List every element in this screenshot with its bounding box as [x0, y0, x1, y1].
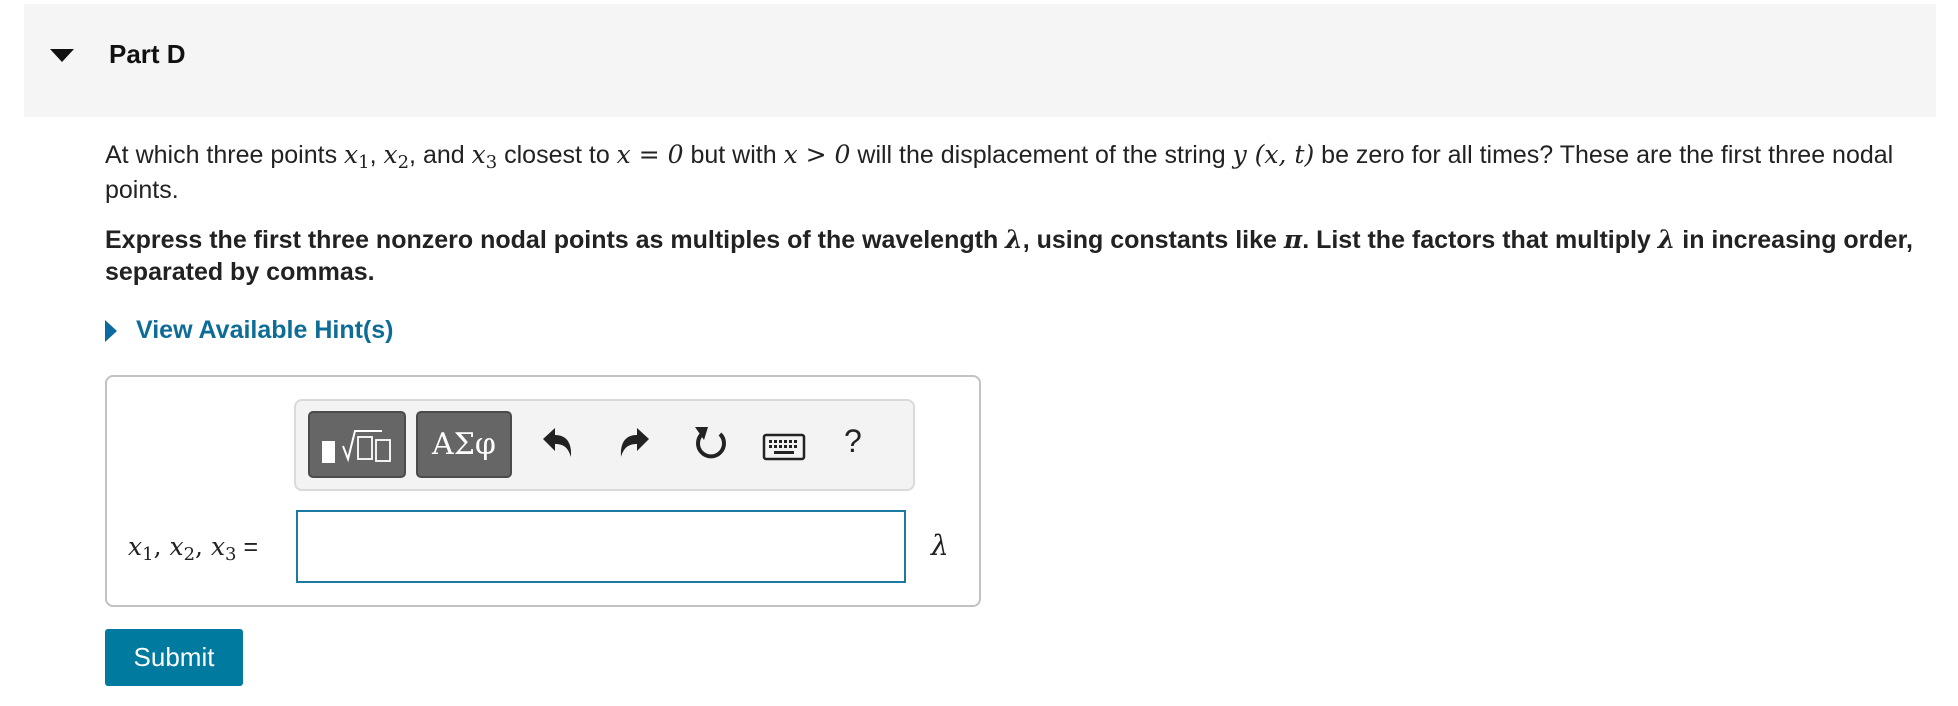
question-text-4: will the displacement of the string — [850, 141, 1233, 169]
question-text-2: closest to — [497, 141, 617, 169]
unit-lambda-label: λ — [931, 529, 949, 562]
templates-icon — [322, 430, 391, 463]
lambda-symbol: λ — [1005, 225, 1023, 254]
function-y-x-t: y (x, t) — [1232, 140, 1315, 169]
view-hints-link[interactable]: View Available Hint(s) — [105, 316, 393, 345]
instruction-text: Express the first three nonzero nodal po… — [105, 224, 1935, 288]
var-x2: x2 — [383, 140, 410, 174]
undo-icon[interactable] — [538, 423, 576, 463]
condition-x-greater-zero: x > 0 — [783, 140, 851, 169]
lambda-symbol-2: λ — [1657, 225, 1676, 254]
question-comma-1: , — [369, 141, 384, 169]
var-x3: x3 — [471, 140, 498, 174]
part-header: Part D — [24, 4, 1936, 117]
help-icon[interactable]: ? — [844, 423, 862, 460]
var-x1: x1 — [344, 140, 370, 174]
expand-triangle-icon — [105, 319, 117, 342]
pi-symbol: π — [1283, 225, 1303, 254]
templates-button[interactable] — [308, 411, 406, 478]
part-title: Part D — [109, 39, 186, 69]
instruction-text-1: Express the first three nonzero nodal po… — [105, 226, 1006, 254]
instruction-text-3: . List the factors that multiply — [1302, 226, 1658, 254]
answer-label: x1, x2, x3 = — [128, 532, 259, 566]
instruction-text-2: , using constants like — [1022, 226, 1284, 254]
condition-x-equals-zero: x = 0 — [616, 140, 684, 169]
math-toolbar: ΑΣφ ? — [294, 399, 915, 491]
question-comma-2: , and — [409, 141, 472, 169]
hint-label: View Available Hint(s) — [136, 316, 394, 344]
submit-button[interactable]: Submit — [105, 629, 243, 686]
keyboard-icon[interactable] — [762, 433, 806, 461]
greek-symbols-button[interactable]: ΑΣφ — [416, 411, 512, 478]
question-text-3: but with — [683, 141, 784, 169]
question-text-1: At which three points — [105, 141, 345, 169]
reset-icon[interactable] — [691, 423, 731, 465]
question-text: At which three points x1, x2, and x3 clo… — [105, 137, 1935, 208]
redo-icon[interactable] — [616, 423, 654, 463]
collapse-triangle-icon[interactable] — [50, 49, 74, 62]
answer-input[interactable] — [296, 510, 906, 583]
